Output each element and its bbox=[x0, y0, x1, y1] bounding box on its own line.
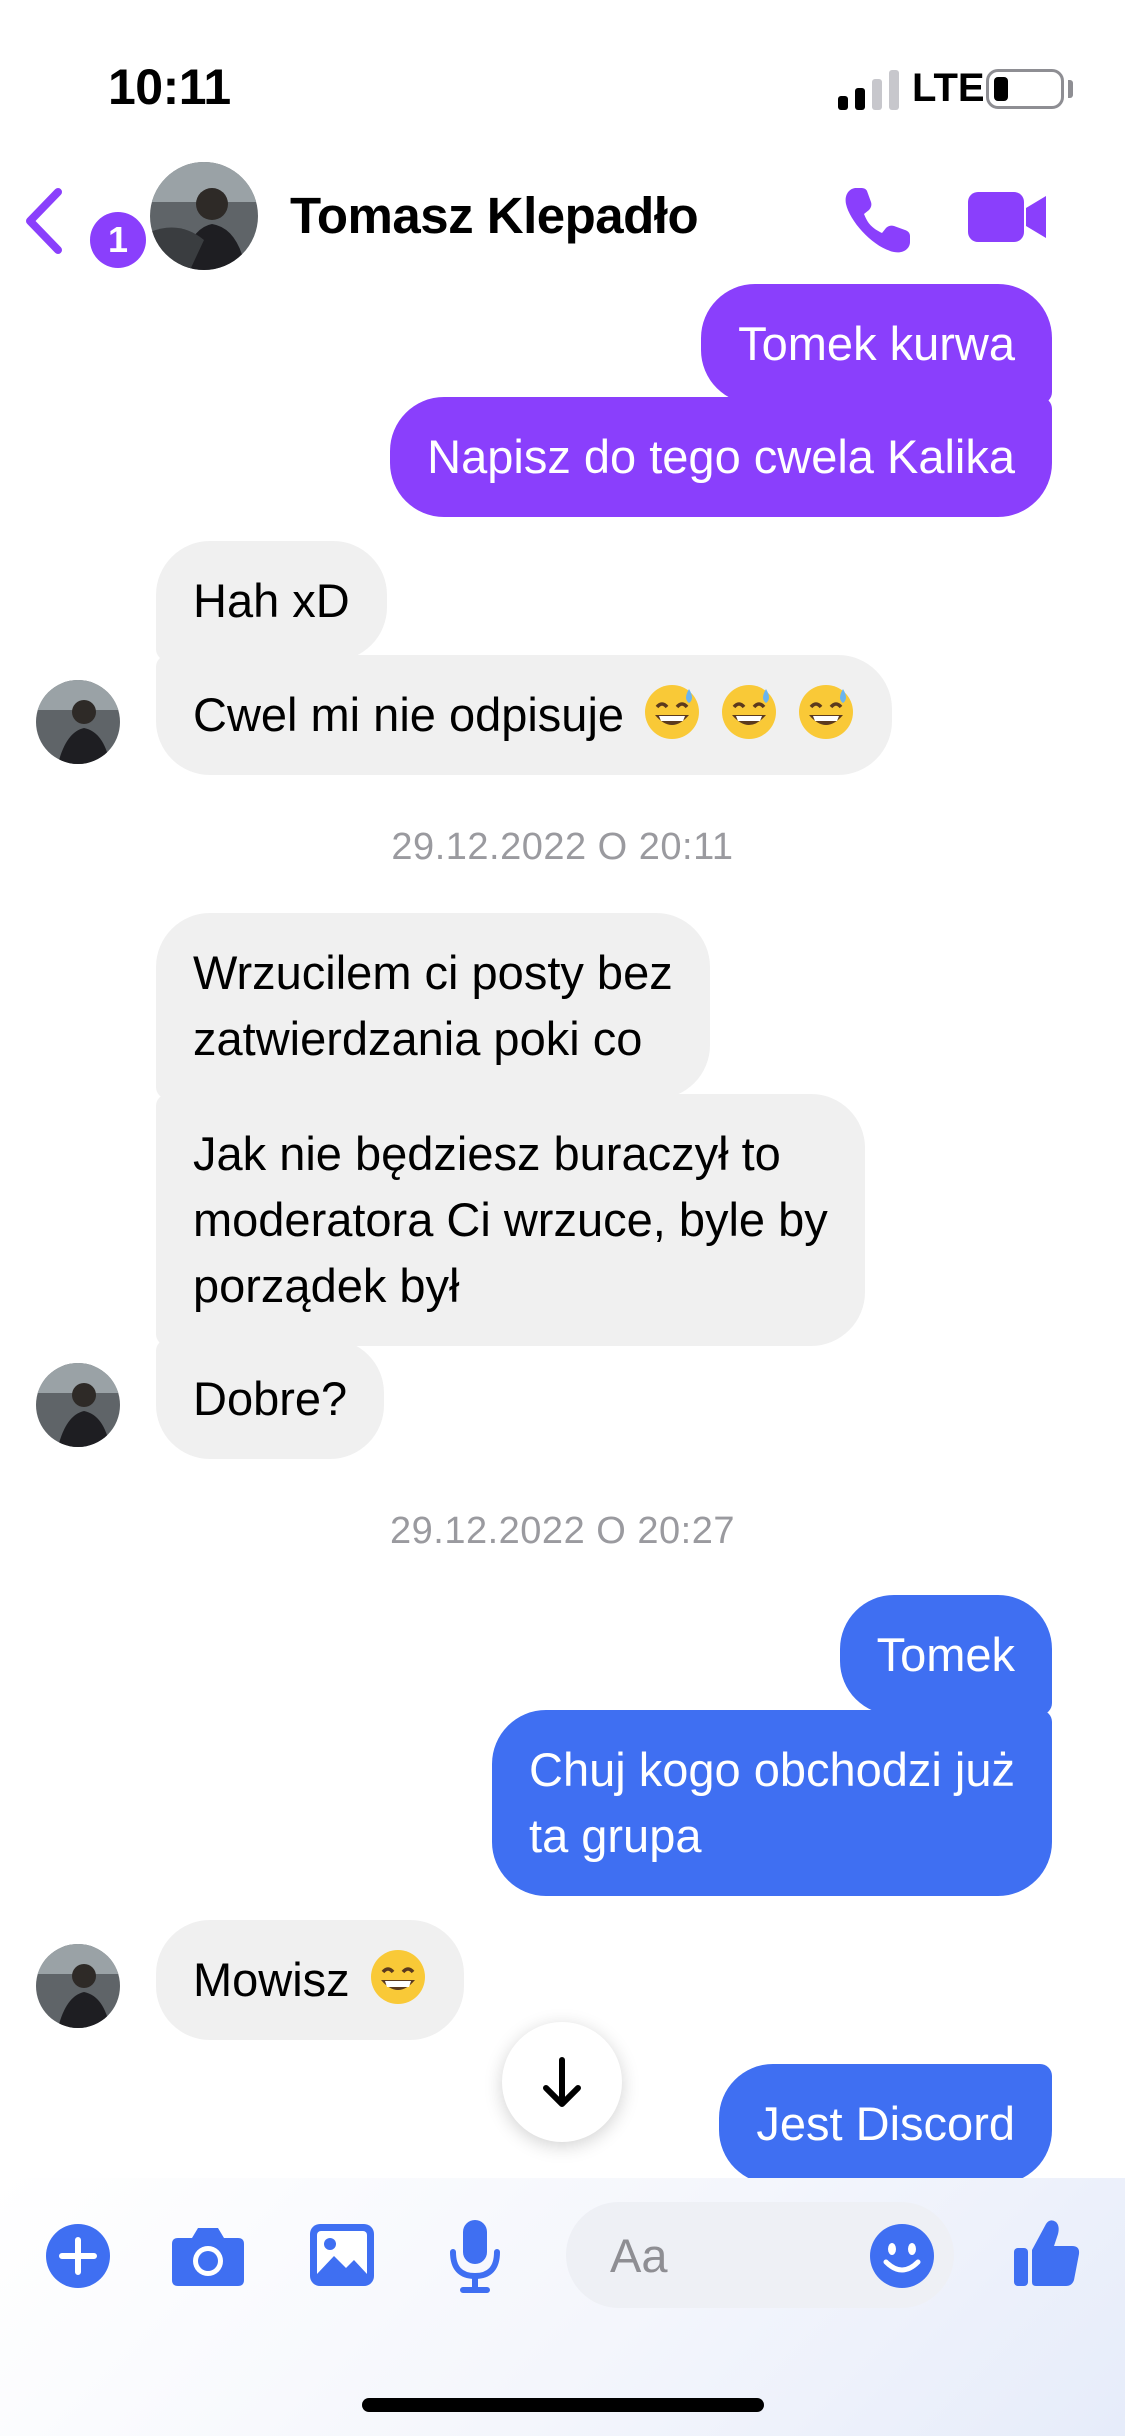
message-text: Jak nie będziesz buraczył to bbox=[193, 1127, 781, 1180]
unread-badge: 1 bbox=[90, 212, 146, 268]
message-text: Mowisz bbox=[193, 1953, 350, 2006]
chevron-left-icon bbox=[26, 188, 62, 254]
message-text: Cwel mi nie odpisuje bbox=[193, 688, 625, 741]
message-text: ta grupa bbox=[529, 1809, 702, 1862]
message-text: Wrzucilem ci posty bez bbox=[193, 946, 673, 999]
microphone-icon[interactable] bbox=[448, 2218, 502, 2294]
battery-icon bbox=[986, 69, 1064, 109]
signal-strength-icon bbox=[838, 70, 899, 110]
status-bar: 10:11 LTE bbox=[0, 0, 1125, 150]
contact-avatar-small[interactable] bbox=[36, 1944, 120, 2028]
message-text: Tomek bbox=[876, 1628, 1015, 1681]
back-button[interactable]: 1 bbox=[22, 180, 146, 268]
message-bubble-sent[interactable]: Tomek kurwa bbox=[701, 284, 1052, 404]
timestamp-divider: 29.12.2022 O 20:11 bbox=[391, 826, 734, 868]
contact-avatar-small[interactable] bbox=[36, 680, 120, 764]
home-indicator bbox=[362, 2398, 764, 2412]
message-bubble-received[interactable]: Jak nie będziesz buraczył to moderatora … bbox=[156, 1094, 865, 1346]
message-text: Hah xD bbox=[193, 574, 350, 627]
message-bubble-received[interactable]: Cwel mi nie odpisuje bbox=[156, 655, 893, 775]
network-type: LTE bbox=[912, 66, 985, 110]
scroll-to-bottom-button[interactable] bbox=[502, 2022, 622, 2142]
message-text: moderatora Ci wrzuce, byle by bbox=[193, 1193, 828, 1246]
thumbs-up-icon[interactable] bbox=[1012, 2216, 1082, 2290]
message-input[interactable] bbox=[610, 2224, 850, 2286]
image-icon[interactable] bbox=[308, 2222, 376, 2288]
contact-avatar[interactable] bbox=[150, 162, 258, 270]
emoji-icon[interactable] bbox=[868, 2222, 936, 2290]
message-text: Dobre? bbox=[193, 1372, 348, 1425]
message-text: Tomek kurwa bbox=[738, 317, 1015, 370]
grinning-emoji-icon bbox=[370, 1950, 425, 2004]
conversation-header: 1 Tomasz Klepadło bbox=[0, 150, 1125, 290]
camera-icon[interactable] bbox=[170, 2224, 246, 2288]
message-bubble-received[interactable]: Hah xD bbox=[156, 541, 387, 661]
message-bubble-sent[interactable]: Napisz do tego cwela Kalika bbox=[390, 397, 1052, 517]
video-camera-icon[interactable] bbox=[966, 186, 1048, 248]
contact-avatar-small[interactable] bbox=[36, 1363, 120, 1447]
message-bubble-received[interactable]: Mowisz bbox=[156, 1920, 464, 2040]
message-text: zatwierdzania poki co bbox=[193, 1012, 643, 1065]
message-text: Napisz do tego cwela Kalika bbox=[427, 430, 1015, 483]
phone-icon[interactable] bbox=[838, 180, 918, 260]
message-bubble-received[interactable]: Dobre? bbox=[156, 1339, 385, 1459]
message-text: Chuj kogo obchodzi już bbox=[529, 1743, 1015, 1796]
message-bubble-sent[interactable]: Chuj kogo obchodzi już ta grupa bbox=[492, 1710, 1052, 1896]
message-bubble-received[interactable]: Wrzucilem ci posty bez zatwierdzania pok… bbox=[156, 913, 710, 1099]
timestamp-divider: 29.12.2022 O 20:27 bbox=[390, 1510, 735, 1552]
status-time: 10:11 bbox=[108, 59, 231, 115]
message-text: Jest Discord bbox=[756, 2097, 1015, 2150]
message-bubble-sent[interactable]: Jest Discord bbox=[719, 2064, 1052, 2184]
sweat-smile-emoji-icon bbox=[722, 685, 777, 739]
sweat-smile-emoji-icon bbox=[799, 685, 854, 739]
battery-tip bbox=[1068, 80, 1073, 98]
plus-icon[interactable] bbox=[44, 2222, 112, 2290]
message-bubble-sent[interactable]: Tomek bbox=[839, 1595, 1052, 1715]
sweat-smile-emoji-icon bbox=[645, 685, 700, 739]
arrow-down-icon bbox=[543, 2057, 581, 2107]
message-text: porządek był bbox=[193, 1259, 460, 1312]
contact-name[interactable]: Tomasz Klepadło bbox=[290, 186, 699, 245]
